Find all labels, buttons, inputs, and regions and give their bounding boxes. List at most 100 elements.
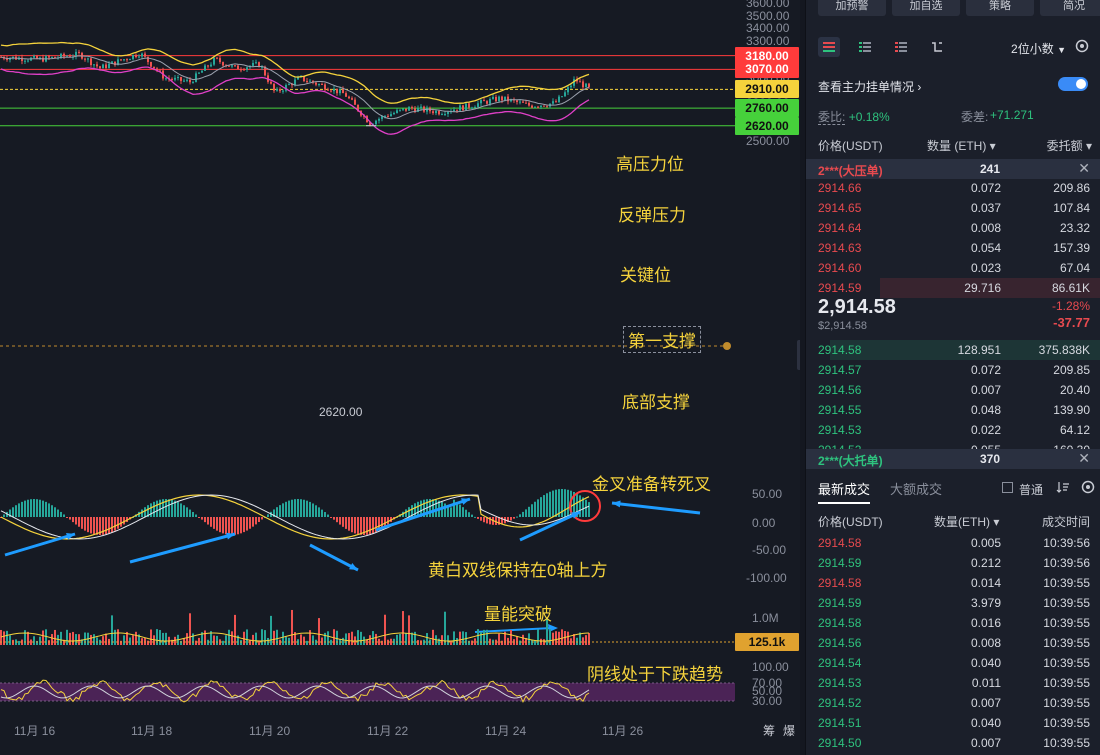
macd-histogram-bar — [372, 517, 374, 534]
view-both-icon[interactable] — [818, 37, 840, 57]
depth-chart-icon[interactable] — [926, 37, 948, 57]
add-alert-button[interactable]: 加预警 — [818, 0, 886, 16]
macd-histogram-bar — [543, 495, 545, 517]
bid-price: 2914.56 — [818, 383, 862, 397]
macd-histogram-bar — [111, 517, 113, 533]
settings-gear-icon[interactable] — [1074, 38, 1090, 54]
volume-bar — [72, 631, 74, 645]
bid-row[interactable]: 2914.52 0.055 160.30 — [806, 440, 1100, 449]
volume-bar — [519, 640, 521, 645]
ask-price: 2914.66 — [818, 181, 862, 195]
volume-bar — [288, 637, 290, 645]
ask-row[interactable]: 2914.66 0.072 209.86 — [806, 178, 1100, 198]
macd-histogram-bar — [192, 511, 194, 517]
ob-total-header[interactable]: 委托额 ▾ — [1047, 137, 1092, 154]
macd-histogram-bar — [201, 517, 203, 520]
main-orders-link[interactable]: 查看主力挂单情况 › — [818, 78, 1090, 95]
trade-time: 10:39:55 — [1043, 736, 1090, 750]
tab-large-trades[interactable]: 大额成交 — [890, 479, 942, 498]
ask-price: 2914.64 — [818, 221, 862, 235]
macd-histogram-bar — [213, 517, 215, 529]
normal-checkbox[interactable] — [1002, 482, 1013, 493]
macd-histogram-bar — [513, 517, 515, 519]
candle-body — [99, 66, 101, 69]
liquidation-label[interactable]: 爆 — [783, 722, 795, 739]
ask-row[interactable]: 2914.64 0.008 23.32 — [806, 218, 1100, 238]
strategy-button[interactable]: 策略 — [966, 0, 1034, 16]
close-icon[interactable]: ✕ — [1078, 160, 1090, 177]
overview-button[interactable]: 简况 — [1040, 0, 1100, 16]
volume-bar — [330, 639, 332, 645]
ask-total: 23.32 — [1059, 221, 1090, 235]
view-asks-icon[interactable] — [890, 37, 912, 57]
trade-settings-icon[interactable] — [1080, 479, 1096, 495]
ask-row[interactable]: 2914.60 0.023 67.04 — [806, 258, 1100, 278]
macd-histogram-bar — [537, 499, 539, 517]
volume-bar — [300, 634, 302, 645]
volume-bar — [468, 640, 470, 645]
date-axis-label: 11月 20 — [249, 724, 291, 738]
trade-qty-header[interactable]: 数量(ETH) ▾ — [934, 513, 999, 530]
macd-histogram-bar — [237, 517, 239, 535]
macd-histogram-bar — [210, 517, 212, 527]
candle-body — [528, 102, 530, 106]
macd-histogram-bar — [63, 514, 65, 517]
level-label: 高压力位 — [616, 155, 684, 174]
volume-bar — [453, 631, 455, 645]
macd-histogram-bar — [240, 517, 242, 534]
volume-bar — [363, 636, 365, 645]
volume-bar — [75, 634, 77, 645]
macd-histogram-bar — [12, 507, 14, 517]
candle-body — [48, 56, 50, 58]
sort-icon[interactable] — [1056, 480, 1070, 494]
volume-bar — [507, 637, 509, 645]
candlestick-chart[interactable] — [0, 0, 800, 755]
main-orders-toggle[interactable] — [1058, 77, 1088, 91]
bid-row[interactable]: 2914.57 0.072 209.85 — [806, 360, 1100, 380]
volume-bar — [561, 629, 563, 645]
volume-bar — [552, 632, 554, 645]
candle-body — [570, 85, 572, 88]
big-sell-order-row[interactable]: 2***(大压单) 241 ✕ — [806, 159, 1100, 179]
chart-panel[interactable]: 3600.003500.003400.003300.003200.003100.… — [0, 0, 800, 755]
volume-bar — [189, 613, 191, 645]
candle-body — [129, 59, 131, 61]
ob-qty-header[interactable]: 数量 (ETH) ▾ — [927, 137, 996, 154]
volume-bar — [3, 631, 5, 645]
bid-row[interactable]: 2914.53 0.022 64.12 — [806, 420, 1100, 440]
volume-bar — [45, 629, 47, 645]
candle-body — [219, 58, 221, 63]
ask-row[interactable]: 2914.63 0.054 157.39 — [806, 238, 1100, 258]
trade-row: 2914.56 0.008 10:39:55 — [806, 633, 1100, 653]
tab-latest-trades[interactable]: 最新成交 — [818, 479, 871, 504]
ask-qty: 0.072 — [970, 181, 1001, 195]
bid-row[interactable]: 2914.56 0.007 20.40 — [806, 380, 1100, 400]
trade-price: 2914.53 — [818, 676, 862, 690]
candle-body — [525, 102, 527, 104]
macd-histogram-bar — [282, 503, 284, 517]
ask-total: 107.84 — [1053, 201, 1090, 215]
candle-body — [318, 84, 320, 86]
volume-bar — [222, 640, 224, 645]
macd-histogram-bar — [414, 503, 416, 517]
bid-row[interactable]: 2914.58 128.951 375.838K — [806, 340, 1100, 360]
arrow-head — [461, 498, 470, 505]
macd-histogram-bar — [207, 517, 209, 525]
add-favorite-button[interactable]: 加自选 — [892, 0, 960, 16]
candle-body — [198, 72, 200, 74]
volume-tag: 125.1k — [735, 633, 799, 651]
level-price-tag: 2910.00 — [735, 80, 799, 99]
big-buy-order-row[interactable]: 2***(大托单) 370 ✕ — [806, 449, 1100, 469]
chip-label[interactable]: 筹 — [763, 722, 775, 739]
macd-histogram-bar — [114, 517, 116, 531]
decimal-precision-select[interactable]: 2位小数 ▼ — [1011, 40, 1066, 57]
ask-row[interactable]: 2914.65 0.037 107.84 — [806, 198, 1100, 218]
close-icon[interactable]: ✕ — [1078, 450, 1090, 467]
ask-row[interactable]: 2914.59 29.716 86.61K — [806, 278, 1100, 298]
bid-row[interactable]: 2914.55 0.048 139.90 — [806, 400, 1100, 420]
candle-body — [150, 61, 152, 67]
macd-histogram-bar — [555, 489, 557, 517]
panel-resize-handle[interactable] — [797, 340, 800, 370]
volume-bar — [402, 611, 404, 645]
view-bids-icon[interactable] — [854, 37, 876, 57]
